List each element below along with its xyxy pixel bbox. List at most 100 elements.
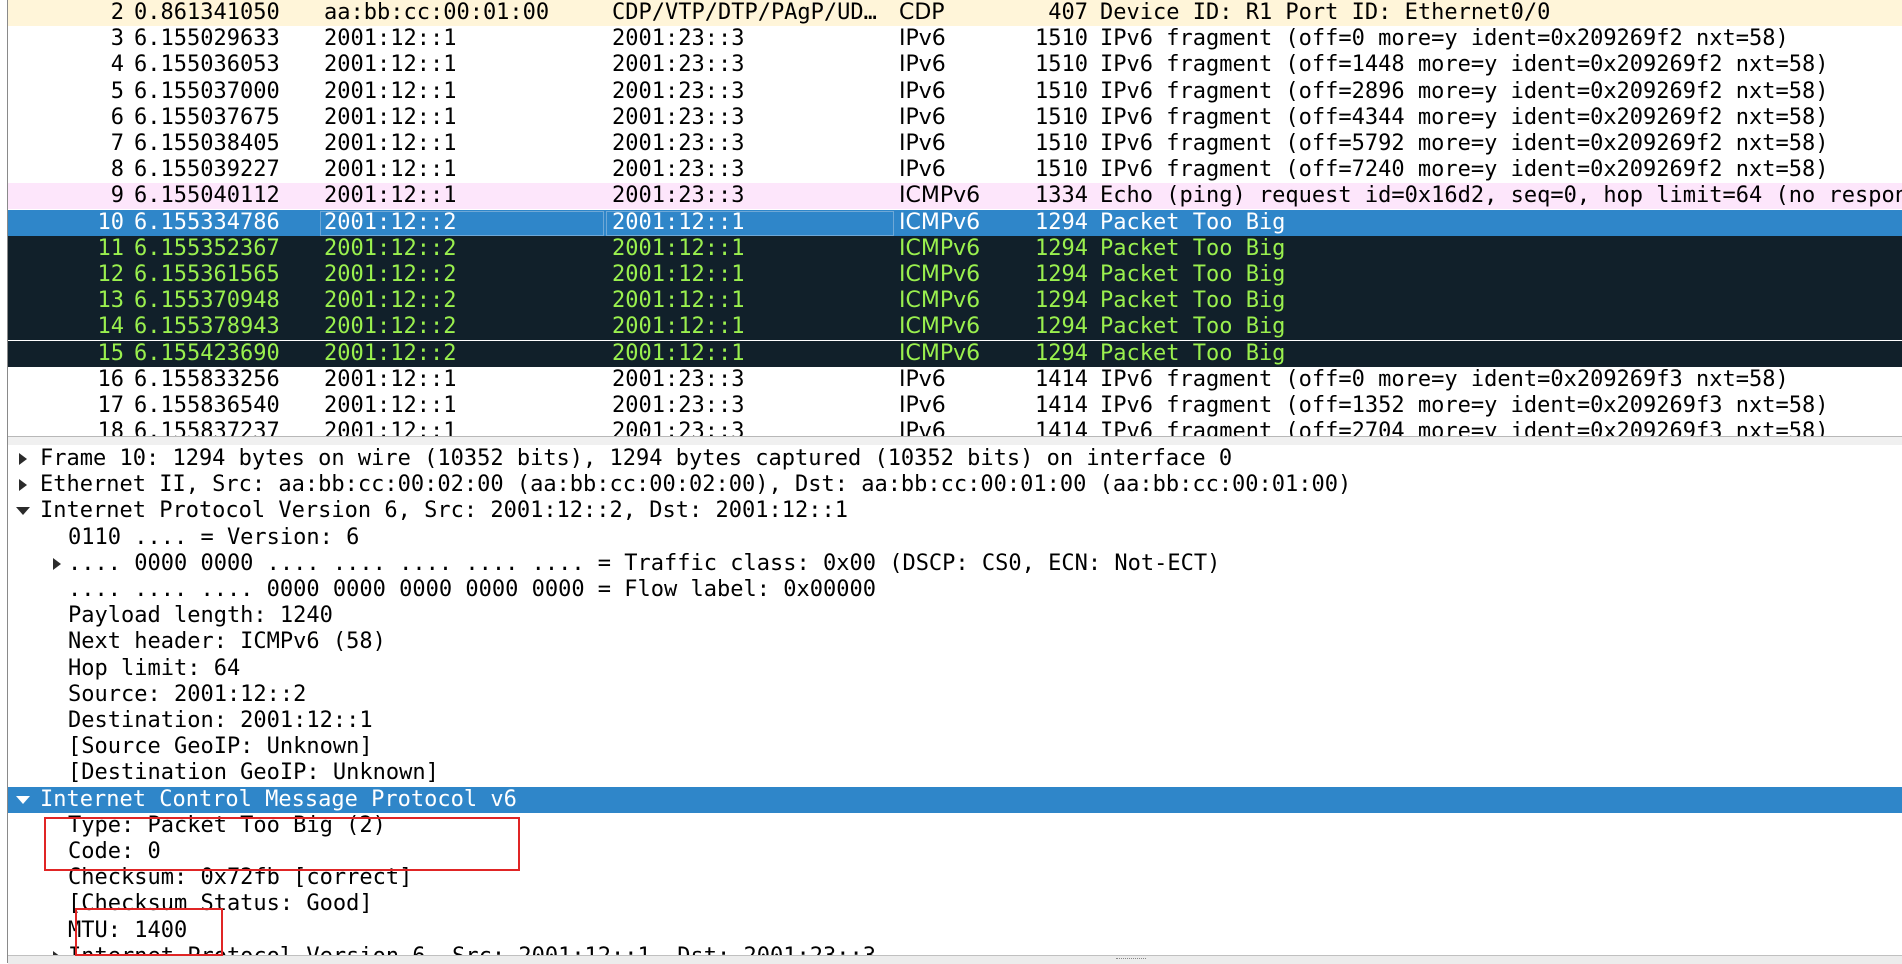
detail-text: Next header: ICMPv6 (58) bbox=[68, 629, 386, 655]
packet-no-cell: 9 bbox=[110, 183, 124, 209]
packet-row[interactable]: 8 6.155039227 2001:12::1 2001:23::3 IPv6 1510… bbox=[8, 157, 1902, 184]
packet-row[interactable]: 16 6.155833256 2001:12::1 2001:23::3 IPv6 141… bbox=[8, 366, 1902, 393]
packet-protocol-cell: CDP bbox=[899, 0, 945, 25]
packet-destination-cell: 2001:23::3 bbox=[612, 104, 745, 130]
detail-text: Frame 10: 1294 bytes on wire (10352 bits… bbox=[40, 446, 1233, 471]
detail-field[interactable]: [Checksum Status: Good] bbox=[8, 891, 1902, 917]
packet-length-cell: 1294 bbox=[1035, 288, 1088, 314]
detail-field[interactable]: Destination: 2001:12::1 bbox=[8, 708, 1902, 734]
detail-field[interactable]: 0110 .... = Version: 6 bbox=[8, 525, 1902, 551]
packet-row[interactable]: 5 6.155037000 2001:12::1 2001:23::3 IPv6 1510… bbox=[8, 78, 1902, 105]
highlight-box-type-code bbox=[44, 817, 520, 871]
packet-time-cell: 6.155837237 bbox=[134, 419, 280, 436]
detail-field[interactable]: .... 0000 0000 .... .... .... .... .... … bbox=[8, 551, 1902, 577]
packet-row[interactable]: 13 6.155370948 2001:12::2 2001:12::1 ICMPv6 1… bbox=[8, 288, 1902, 315]
packet-protocol-cell: IPv6 bbox=[899, 131, 946, 156]
packet-source-cell: 2001:12::1 bbox=[324, 419, 457, 436]
detail-section[interactable]: Internet Control Message Protocol v6 bbox=[8, 786, 1902, 813]
packet-length-cell: 1414 bbox=[1035, 393, 1088, 418]
expand-down-icon[interactable] bbox=[14, 787, 30, 813]
packet-row[interactable]: 11 6.155352367 2001:12::2 2001:12::1 ICMPv6 1… bbox=[8, 235, 1902, 262]
packet-time-cell: 6.155423690 bbox=[134, 340, 280, 366]
packet-source-cell: 2001:12::2 bbox=[324, 262, 457, 287]
expand-right-icon[interactable] bbox=[48, 551, 64, 577]
packet-no-cell: 10 bbox=[97, 209, 125, 235]
detail-text: Payload length: 1240 bbox=[68, 603, 333, 629]
packet-source-cell: 2001:12::1 bbox=[324, 104, 457, 130]
packet-info-cell: IPv6 fragment (off=5792 more=y ident=0x2… bbox=[1100, 131, 1829, 156]
packet-no-cell: 8 bbox=[110, 157, 124, 183]
packet-time-cell: 6.155378943 bbox=[134, 314, 280, 340]
packet-row[interactable]: 18 6.155837237 2001:12::1 2001:23::3 IPv6 141… bbox=[8, 419, 1902, 436]
packet-info-cell: IPv6 fragment (off=0 more=y ident=0x2092… bbox=[1100, 26, 1789, 52]
packet-destination-cell: 2001:23::3 bbox=[612, 157, 745, 183]
detail-section[interactable]: Ethernet II, Src: aa:bb:cc:00:02:00 (aa:… bbox=[8, 472, 1902, 498]
packet-row[interactable]: 9 6.155040112 2001:12::1 2001:23::3 ICMPv6 13… bbox=[8, 183, 1902, 210]
packet-info-cell: IPv6 fragment (off=1352 more=y ident=0x2… bbox=[1100, 393, 1829, 418]
packet-source-cell: 2001:12::1 bbox=[324, 366, 457, 392]
detail-section[interactable]: Frame 10: 1294 bytes on wire (10352 bits… bbox=[8, 446, 1902, 472]
packet-destination-cell: 2001:12::1 bbox=[612, 235, 745, 261]
packet-length-cell: 1510 bbox=[1035, 52, 1088, 78]
packet-source-cell: 2001:12::2 bbox=[324, 288, 457, 314]
detail-field[interactable]: Hop limit: 64 bbox=[8, 656, 1902, 682]
packet-row[interactable]: 3 6.155029633 2001:12::1 2001:23::3 IPv6 1510… bbox=[8, 26, 1902, 53]
packet-time-cell: 6.155036053 bbox=[134, 52, 280, 78]
packet-info-cell: IPv6 fragment (off=4344 more=y ident=0x2… bbox=[1100, 104, 1829, 130]
packet-source-cell: 2001:12::1 bbox=[324, 78, 457, 104]
packet-time-cell: 6.155370948 bbox=[134, 288, 280, 314]
detail-field[interactable]: Internet Protocol Version 6, Src: 2001:1… bbox=[8, 944, 1902, 955]
packet-length-cell: 1294 bbox=[1035, 235, 1088, 261]
packet-row[interactable]: 17 6.155836540 2001:12::1 2001:23::3 IPv6 141… bbox=[8, 393, 1902, 419]
packet-destination-cell: 2001:12::1 bbox=[612, 262, 745, 287]
packet-list-pane[interactable]: 2 0.861341050 aa:bb:cc:00:01:00 CDP/VTP/DTP… bbox=[8, 0, 1902, 436]
packet-source-cell: 2001:12::1 bbox=[324, 393, 457, 418]
detail-field[interactable]: [Source GeoIP: Unknown] bbox=[8, 734, 1902, 760]
packet-row[interactable]: 2 0.861341050 aa:bb:cc:00:01:00 CDP/VTP/DTP… bbox=[8, 0, 1902, 26]
packet-length-cell: 1510 bbox=[1035, 131, 1088, 156]
detail-field[interactable]: MTU: 1400 bbox=[8, 918, 1902, 944]
packet-row[interactable]: 10 6.155334786 2001:12::2 2001:12::1 ICMPv6 1… bbox=[8, 209, 1902, 236]
packet-info-cell: Packet Too Big bbox=[1100, 209, 1286, 235]
packet-source-cell: 2001:12::1 bbox=[324, 131, 457, 156]
detail-field[interactable]: .... .... .... 0000 0000 0000 0000 0000 … bbox=[8, 577, 1902, 603]
packet-no-cell: 15 bbox=[97, 340, 125, 366]
detail-text: Source: 2001:12::2 bbox=[68, 681, 307, 707]
packet-row[interactable]: 15 6.155423690 2001:12::2 2001:12::1 ICMPv6 1… bbox=[8, 340, 1902, 367]
packet-info-cell: Packet Too Big bbox=[1100, 314, 1286, 340]
packet-destination-cell: 2001:23::3 bbox=[612, 52, 745, 78]
packet-length-cell: 1510 bbox=[1035, 26, 1088, 52]
packet-length-cell: 1414 bbox=[1035, 366, 1088, 392]
expand-right-icon[interactable] bbox=[14, 472, 30, 498]
detail-field[interactable]: Source: 2001:12::2 bbox=[8, 682, 1902, 708]
detail-field[interactable]: Next header: ICMPv6 (58) bbox=[8, 629, 1902, 655]
packet-row[interactable]: 4 6.155036053 2001:12::1 2001:23::3 IPv6 1510… bbox=[8, 52, 1902, 79]
packet-source-cell: 2001:12::1 bbox=[324, 52, 457, 78]
packet-length-cell: 1294 bbox=[1035, 209, 1088, 235]
packet-time-cell: 6.155037675 bbox=[134, 104, 280, 130]
packet-info-cell: Packet Too Big bbox=[1100, 235, 1286, 261]
packet-destination-cell: CDP/VTP/DTP/PAgP/UD… bbox=[612, 0, 877, 25]
packet-row[interactable]: 6 6.155037675 2001:12::1 2001:23::3 IPv6 1510… bbox=[8, 104, 1902, 131]
packet-source-cell: 2001:12::1 bbox=[324, 157, 457, 183]
packet-destination-cell: 2001:23::3 bbox=[612, 26, 745, 52]
packet-info-cell: IPv6 fragment (off=7240 more=y ident=0x2… bbox=[1100, 157, 1829, 183]
triangle-right-icon bbox=[19, 453, 27, 465]
detail-field[interactable]: Payload length: 1240 bbox=[8, 603, 1902, 629]
packet-source-cell: 2001:12::1 bbox=[324, 183, 457, 209]
packet-row[interactable]: 12 6.155361565 2001:12::2 2001:12::1 ICMPv6 1… bbox=[8, 262, 1902, 288]
detail-text: Internet Protocol Version 6, Src: 2001:1… bbox=[40, 498, 848, 524]
packet-info-cell: Device ID: R1 Port ID: Ethernet0/0 bbox=[1100, 0, 1551, 25]
detail-section[interactable]: Internet Protocol Version 6, Src: 2001:1… bbox=[8, 498, 1902, 525]
detail-field[interactable]: [Destination GeoIP: Unknown] bbox=[8, 760, 1902, 786]
expand-right-icon[interactable] bbox=[14, 446, 30, 472]
packet-row[interactable]: 14 6.155378943 2001:12::2 2001:12::1 ICMPv6 1… bbox=[8, 314, 1902, 341]
packet-protocol-cell: ICMPv6 bbox=[899, 314, 981, 340]
packet-time-cell: 6.155038405 bbox=[134, 131, 280, 156]
packet-info-cell: IPv6 fragment (off=1448 more=y ident=0x2… bbox=[1100, 52, 1829, 78]
expand-down-icon[interactable] bbox=[14, 498, 30, 524]
expand-right-icon[interactable] bbox=[48, 944, 64, 955]
detail-text: [Source GeoIP: Unknown] bbox=[68, 734, 373, 760]
packet-details-pane[interactable]: Frame 10: 1294 bytes on wire (10352 bits… bbox=[8, 445, 1902, 955]
packet-row[interactable]: 7 6.155038405 2001:12::1 2001:23::3 IPv6 1510… bbox=[8, 131, 1902, 157]
